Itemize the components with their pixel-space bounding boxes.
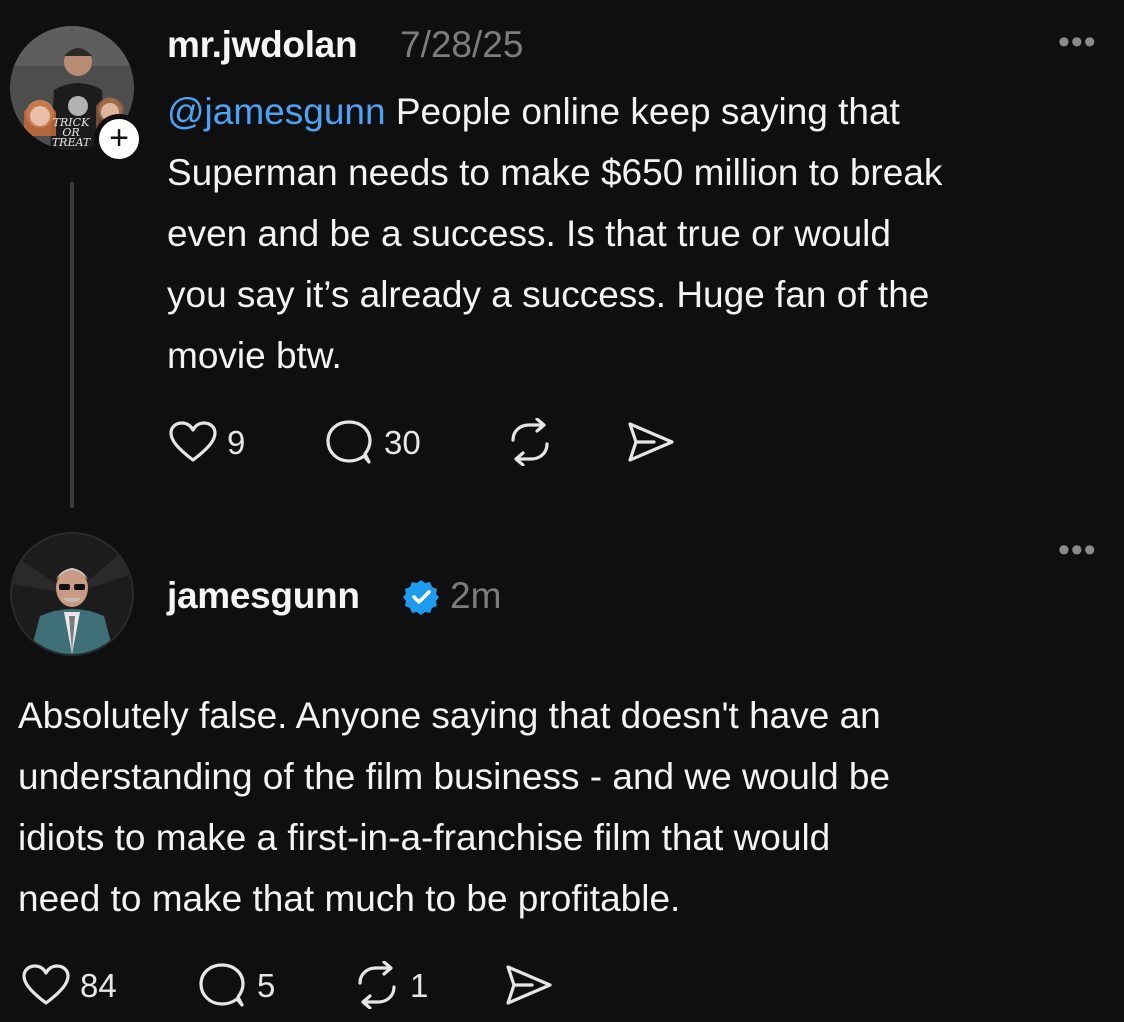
repost-icon: [358, 961, 396, 1009]
repost-button[interactable]: [505, 418, 555, 466]
repost-button[interactable]: 1: [352, 961, 428, 1009]
post-text-line-1: @jamesgunn People online keep saying tha…: [167, 91, 900, 132]
post-text: @jamesgunn People online keep saying tha…: [167, 81, 942, 386]
repost-icon: [511, 418, 549, 466]
post-timestamp: 7/28/25: [400, 24, 524, 65]
follow-button[interactable]: +: [94, 114, 144, 164]
reply-button[interactable]: 5: [197, 961, 275, 1009]
reply-button[interactable]: 30: [324, 418, 421, 466]
like-count: 84: [80, 966, 117, 1004]
reply-count: 30: [384, 423, 421, 461]
like-button[interactable]: 9: [167, 420, 245, 464]
repost-count: 1: [410, 966, 429, 1004]
heart-icon: [22, 964, 70, 1005]
like-button[interactable]: 84: [20, 963, 117, 1007]
avatar[interactable]: [10, 532, 134, 656]
share-icon: [506, 965, 552, 1005]
reply-timestamp: 2m: [450, 575, 502, 616]
reply-count: 5: [257, 966, 276, 1004]
reply-text-line-1: Absolutely false. Anyone saying that doe…: [18, 695, 881, 736]
share-icon: [628, 422, 674, 462]
reply-text-line-4: need to make that much to be profitable.: [18, 878, 681, 919]
comment-icon: [199, 963, 245, 1007]
reply-text-line-3: idiots to make a first-in-a-franchise fi…: [18, 817, 831, 858]
more-options-button[interactable]: •••: [1058, 25, 1097, 59]
post-text-line-5: movie btw.: [167, 335, 342, 376]
reply-username[interactable]: jamesgunn: [167, 575, 360, 617]
post-text-line-3: even and be a success. Is that true or w…: [167, 213, 891, 254]
more-options-button[interactable]: •••: [1058, 533, 1097, 567]
thread-line: [70, 182, 74, 508]
post-text-line-4: you say it’s already a success. Huge fan…: [167, 274, 930, 315]
mention-link[interactable]: @jamesgunn: [167, 91, 386, 132]
post-username[interactable]: mr.jwdolan: [167, 24, 358, 66]
share-button[interactable]: [502, 963, 554, 1007]
like-count: 9: [227, 423, 246, 461]
comment-icon: [326, 420, 372, 464]
verified-badge-icon: [403, 580, 439, 615]
reply-text: Absolutely false. Anyone saying that doe…: [18, 685, 890, 929]
reply-text-line-2: understanding of the film business - and…: [18, 756, 891, 797]
share-button[interactable]: [624, 420, 676, 464]
heart-icon: [169, 421, 217, 462]
post-text-line-2: Superman needs to make $650 million to b…: [167, 152, 943, 193]
avatar-shirt-text: TRICK OR TREAT: [51, 116, 91, 149]
